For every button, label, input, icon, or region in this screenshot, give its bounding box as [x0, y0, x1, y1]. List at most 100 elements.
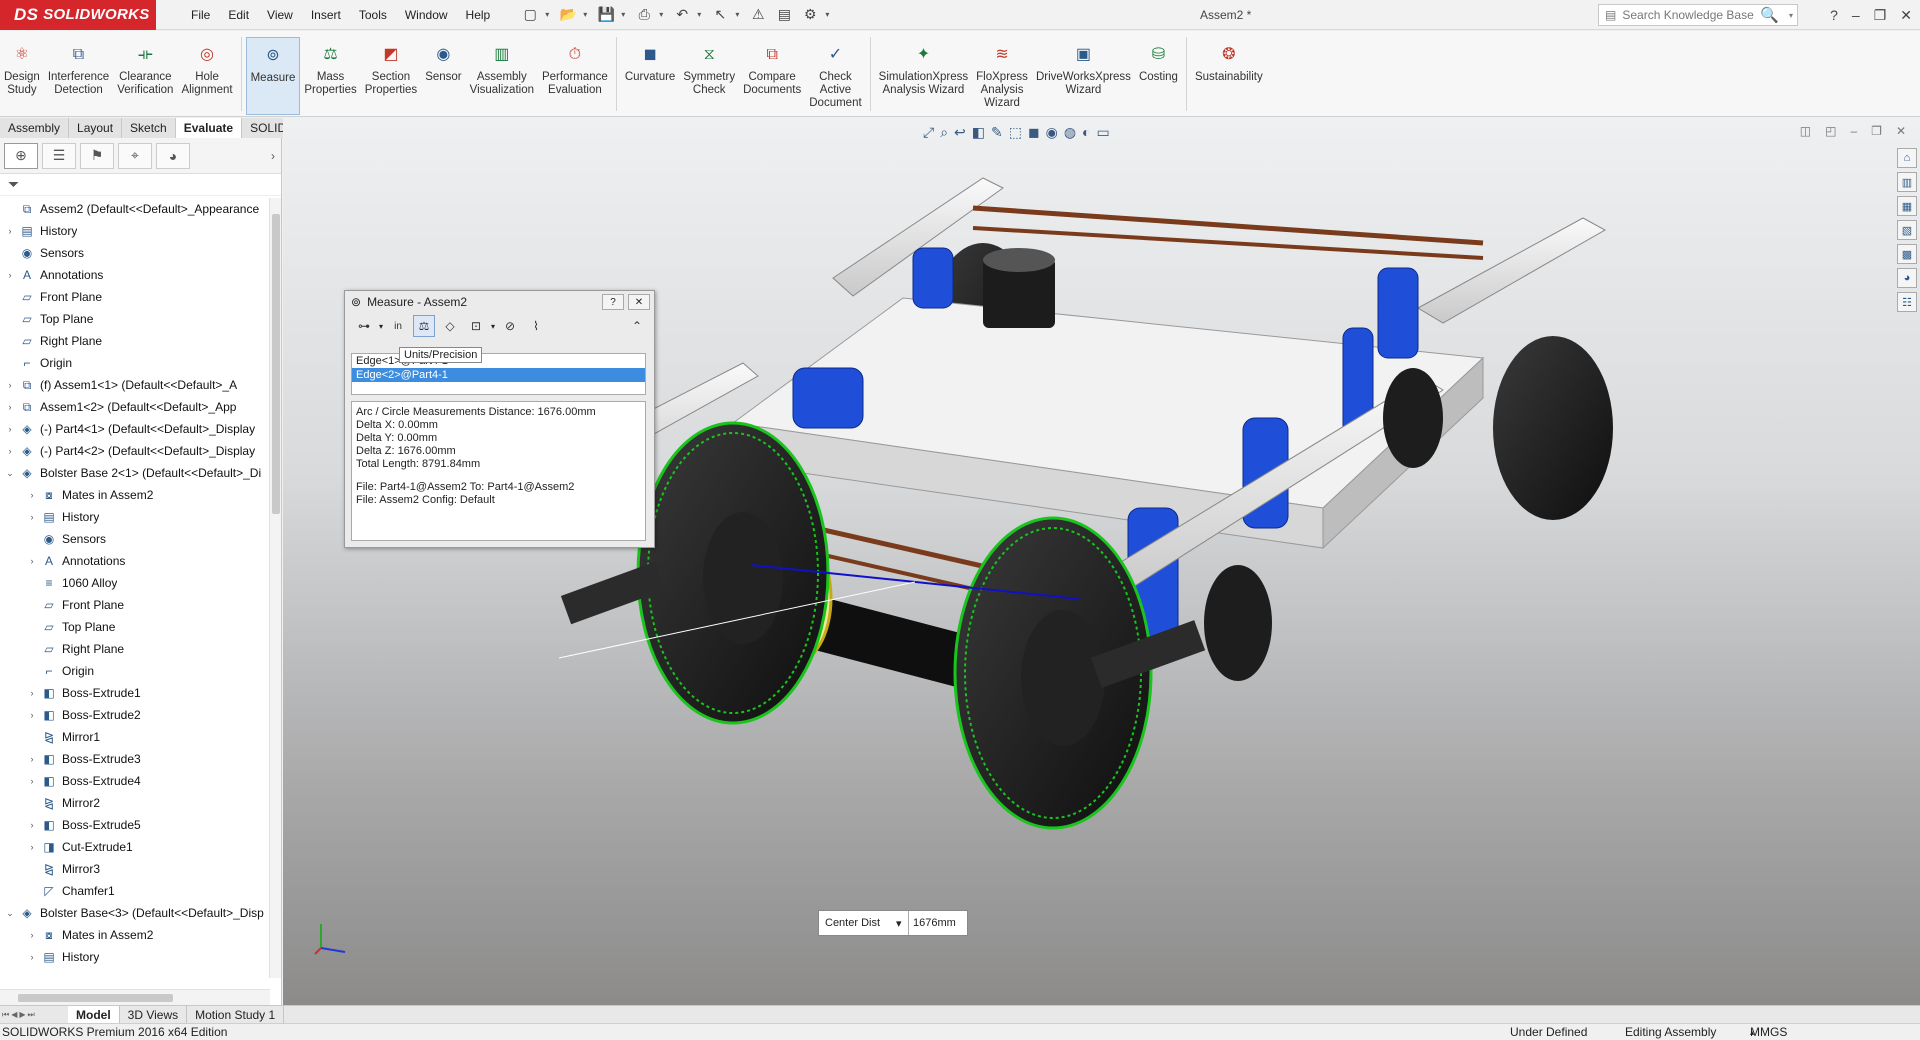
menu-edit[interactable]: Edit	[219, 0, 258, 30]
options-dropdown-icon[interactable]: ▾	[825, 10, 829, 19]
tool-mass-button[interactable]: ⚖ Mass Properties	[300, 37, 360, 115]
tree-item[interactable]: › ⧉ (f) Assem1<1> (Default<<Default>_A	[0, 374, 270, 396]
expand-arrow-icon[interactable]: ›	[4, 226, 16, 236]
tree-item[interactable]: ⌄ ◈ Bolster Base 2<1> (Default<<Default>_D…	[0, 462, 270, 484]
tree-item[interactable]: › ◨ Cut-Extrude1	[0, 836, 270, 858]
tool-floxpress-button[interactable]: ≋ FloXpress Analysis Wizard	[972, 37, 1032, 115]
save-icon[interactable]: 💾	[595, 4, 617, 26]
tree-item[interactable]: ▱ Top Plane	[0, 308, 270, 330]
tree-item[interactable]: ⧎ Mirror1	[0, 726, 270, 748]
bottom-tab-motion-study-1[interactable]: Motion Study 1	[187, 1005, 285, 1024]
solidworks-logo[interactable]: DS SOLIDWORKS	[0, 0, 156, 30]
tree-item[interactable]: ▱ Top Plane	[0, 616, 270, 638]
menu-window[interactable]: Window	[396, 0, 457, 30]
bogie-3d-model[interactable]	[283, 118, 1920, 1005]
expand-arrow-icon[interactable]: ›	[26, 754, 38, 764]
rebuild-icon[interactable]: ⚠	[747, 4, 769, 26]
expand-arrow-icon[interactable]: ›	[26, 952, 38, 962]
close-button[interactable]: ✕	[1900, 7, 1912, 24]
expand-arrow-icon[interactable]: ›	[26, 556, 38, 566]
tree-item[interactable]: ◉ Sensors	[0, 528, 270, 550]
tree-item[interactable]: ⧎ Mirror2	[0, 792, 270, 814]
tree-item[interactable]: ▱ Right Plane	[0, 638, 270, 660]
tree-item[interactable]: › ▤ History	[0, 946, 270, 968]
tool-symmetry-button[interactable]: ⧖ Symmetry Check	[679, 37, 739, 115]
select-dropdown-icon[interactable]: ▾	[735, 10, 739, 19]
filter-icon[interactable]: ⏷	[0, 174, 281, 196]
tree-item[interactable]: ⌐ Origin	[0, 352, 270, 374]
arc-options-dropdown-icon[interactable]: ▾	[379, 322, 383, 331]
open-dropdown-icon[interactable]: ▾	[583, 10, 587, 19]
tool-hole-button[interactable]: ◎ Hole Alignment	[177, 37, 236, 115]
open-icon[interactable]: 📂	[557, 4, 579, 26]
file-properties-icon[interactable]: ▤	[773, 4, 795, 26]
tab-assembly[interactable]: Assembly	[0, 118, 70, 138]
selection-item[interactable]: Edge<1>@Part4-1	[352, 354, 645, 368]
expand-arrow-icon[interactable]: ›	[4, 270, 16, 280]
save-dropdown-icon[interactable]: ▾	[621, 10, 625, 19]
measure-callout[interactable]: Center Dist ▾ 1676mm	[818, 910, 968, 936]
tab-layout[interactable]: Layout	[69, 118, 123, 138]
new-dropdown-icon[interactable]: ▾	[545, 10, 549, 19]
options-icon[interactable]: ⚙	[799, 4, 821, 26]
menu-file[interactable]: File	[182, 0, 219, 30]
collapse-icon[interactable]: ⌃	[626, 315, 648, 337]
expand-arrow-icon[interactable]: ›	[26, 688, 38, 698]
tab-evaluate[interactable]: Evaluate	[175, 118, 243, 138]
tree-item[interactable]: › ⧇ Mates in Assem2	[0, 924, 270, 946]
expand-arrow-icon[interactable]: ⌄	[4, 468, 16, 479]
last-tab-icon[interactable]: ⏭	[28, 1010, 35, 1020]
tool-sustainability-button[interactable]: ❂ Sustainability	[1191, 37, 1267, 115]
tree-item[interactable]: ⧎ Mirror3	[0, 858, 270, 880]
tool-interference-button[interactable]: ⧉ Interference Detection	[44, 37, 113, 115]
tree-item[interactable]: ⌄ ◈ Bolster Base<3> (Default<<Default>_Dis…	[0, 902, 270, 924]
tree-item[interactable]: › ◧ Boss-Extrude1	[0, 682, 270, 704]
tool-check-button[interactable]: ✓ Check Active Document	[805, 37, 865, 115]
bottom-tab-model[interactable]: Model	[68, 1005, 120, 1024]
tree-item[interactable]: › ▤ History	[0, 220, 270, 242]
dimxpert-tab[interactable]: ⌖	[118, 142, 152, 169]
tree-item[interactable]: › ◧ Boss-Extrude3	[0, 748, 270, 770]
expand-arrow-icon[interactable]: ›	[26, 490, 38, 500]
tree-item[interactable]: › ◈ (-) Part4<1> (Default<<Default>_Displa…	[0, 418, 270, 440]
select-icon[interactable]: ↖	[709, 4, 731, 26]
create-sensor-icon[interactable]: ⌇	[525, 315, 547, 337]
tree-item[interactable]: ▱ Front Plane	[0, 594, 270, 616]
expand-arrow-icon[interactable]: ›	[26, 710, 38, 720]
search-knowledge-base[interactable]: ▤ Search Knowledge Base 🔍 ▾	[1598, 4, 1798, 26]
feature-tree-tab[interactable]: ⊕	[4, 142, 38, 169]
tool-measure-button[interactable]: ⊚ Measure	[245, 37, 301, 115]
tree-item[interactable]: › ◧ Boss-Extrude4	[0, 770, 270, 792]
graphics-area[interactable]: ⤢ ⌕ ↩ ◧ ✎ ⬚ ◼ ◉ ◍ ◐ ▭ ◫ ◰ – ❐ ✕ ⌂ ▥ ▦ ▧ …	[283, 118, 1920, 1005]
search-dropdown-icon[interactable]: ▾	[1789, 11, 1793, 20]
prev-tab-icon[interactable]: ◀	[11, 1010, 17, 1020]
tool-driveworks-button[interactable]: ▣ DriveWorksXpress Wizard	[1032, 37, 1135, 115]
tool-design-study-button[interactable]: ⚛ Design Study	[0, 37, 44, 115]
expand-arrow-icon[interactable]: ›	[26, 842, 38, 852]
minimize-button[interactable]: –	[1852, 7, 1860, 23]
show-xyz-icon[interactable]: ◇	[439, 315, 461, 337]
tool-simulation-button[interactable]: ✦ SimulationXpress Analysis Wizard	[875, 37, 972, 115]
tree-item[interactable]: ▱ Front Plane	[0, 286, 270, 308]
search-icon[interactable]: 🔍	[1760, 6, 1779, 24]
property-manager-tab[interactable]: ☰	[42, 142, 76, 169]
help-icon[interactable]: ?	[1830, 7, 1838, 23]
expand-arrow-icon[interactable]: ›	[26, 512, 38, 522]
tree-item[interactable]: ◉ Sensors	[0, 242, 270, 264]
measure-dialog[interactable]: ⊚ Measure - Assem2 ? ✕ ⊶ ▾ in ⚖ ◇ ⊡ ▾ ⊘ …	[344, 290, 655, 548]
dialog-help-button[interactable]: ?	[602, 294, 624, 310]
tree-item[interactable]: ⧉ Assem2 (Default<<Default>_Appearance	[0, 198, 270, 220]
expand-arrow-icon[interactable]: ›	[4, 424, 16, 434]
tree-item[interactable]: ⌐ Origin	[0, 660, 270, 682]
scrollbar-thumb[interactable]	[18, 994, 173, 1002]
arc-circle-options-icon[interactable]: ⊶	[353, 315, 375, 337]
units-icon[interactable]: in	[387, 315, 409, 337]
print-icon[interactable]: ⎙	[633, 4, 655, 26]
print-dropdown-icon[interactable]: ▾	[659, 10, 663, 19]
tree-item[interactable]: ▱ Right Plane	[0, 330, 270, 352]
expand-arrow-icon[interactable]: ›	[26, 820, 38, 830]
point-to-point-icon[interactable]: ⊡	[465, 315, 487, 337]
expand-chevron-icon[interactable]: ›	[271, 149, 275, 163]
configuration-manager-tab[interactable]: ⚑	[80, 142, 114, 169]
tree-item[interactable]: › ◧ Boss-Extrude2	[0, 704, 270, 726]
